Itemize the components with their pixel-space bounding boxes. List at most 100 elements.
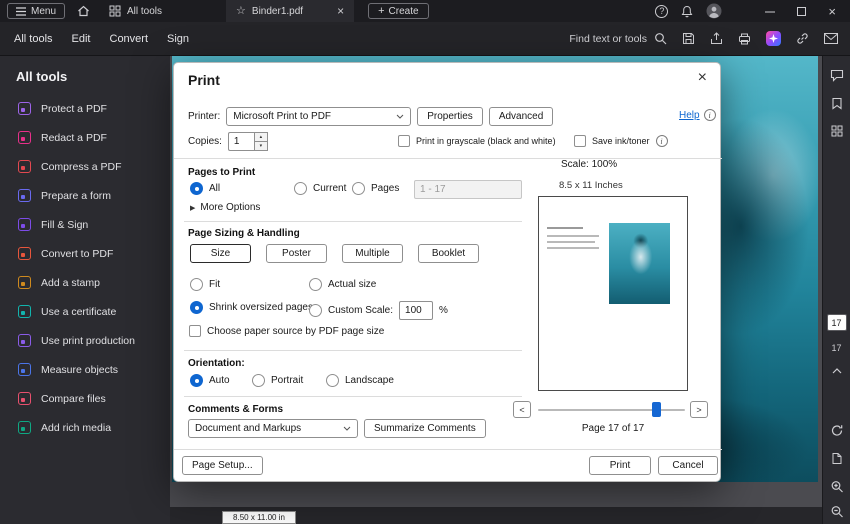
advanced-button[interactable]: Advanced <box>489 107 553 126</box>
paper-source-checkbox[interactable] <box>189 325 201 337</box>
preview-next-button[interactable]: > <box>690 401 708 418</box>
radio-current[interactable]: Current <box>294 182 346 195</box>
help-icon[interactable]: ? <box>655 5 668 18</box>
minimize-icon[interactable] <box>765 6 775 16</box>
sidebar-item-add-rich-media[interactable]: Add rich media <box>0 413 170 442</box>
sidebar-item-redact-a-pdf[interactable]: Redact a PDF <box>0 123 170 152</box>
more-options-toggle[interactable]: ▶ More Options <box>190 202 260 213</box>
shrink-radio[interactable] <box>190 301 203 314</box>
sizing-button-multiple[interactable]: Multiple <box>342 244 403 263</box>
preview-page-slider[interactable] <box>538 409 685 411</box>
save-ink-checkbox[interactable] <box>574 135 586 147</box>
sizing-button-poster[interactable]: Poster <box>266 244 327 263</box>
sidebar-item-compress-a-pdf[interactable]: Compress a PDF <box>0 152 170 181</box>
user-avatar[interactable] <box>706 3 722 19</box>
all-radio[interactable] <box>190 182 203 195</box>
sidebar-item-convert-to-pdf[interactable]: Convert to PDF <box>0 239 170 268</box>
dialog-close-icon[interactable]: × <box>698 69 707 87</box>
preview-page-label: Page 17 of 17 <box>538 423 688 434</box>
thumbnails-icon[interactable] <box>831 125 843 137</box>
custom-scale-radio[interactable] <box>309 304 322 317</box>
print-icon[interactable] <box>738 33 751 45</box>
sizing-button-size[interactable]: Size <box>190 244 251 263</box>
print-dialog: Print × Printer: Microsoft Print to PDF … <box>173 62 721 482</box>
spinner-down-icon[interactable]: ▾ <box>254 141 268 151</box>
current-radio[interactable] <box>294 182 307 195</box>
mail-icon[interactable] <box>824 33 838 44</box>
sidebar-item-protect-a-pdf[interactable]: Protect a PDF <box>0 94 170 123</box>
pages-radio[interactable] <box>352 182 365 195</box>
actual-size-radio[interactable] <box>309 278 322 291</box>
menu-item-edit[interactable]: Edit <box>72 33 91 45</box>
refresh-icon[interactable] <box>830 424 843 437</box>
home-icon[interactable] <box>73 1 93 21</box>
current-page-indicator[interactable]: 17 <box>827 314 847 331</box>
radio-landscape[interactable]: Landscape <box>326 374 394 387</box>
auto-radio[interactable] <box>190 374 203 387</box>
sidebar-item-fill-sign[interactable]: Fill & Sign <box>0 210 170 239</box>
radio-auto[interactable]: Auto <box>190 374 230 387</box>
comment-icon[interactable] <box>830 69 844 82</box>
sidebar-item-add-a-stamp[interactable]: Add a stamp <box>0 268 170 297</box>
notifications-bell-icon[interactable] <box>681 5 693 18</box>
window-close-icon[interactable]: × <box>828 5 836 18</box>
share-icon[interactable] <box>710 32 723 45</box>
save-icon[interactable] <box>682 32 695 45</box>
summarize-comments-button[interactable]: Summarize Comments <box>364 419 486 438</box>
preview-prev-button[interactable]: < <box>513 401 531 418</box>
radio-portrait[interactable]: Portrait <box>252 374 303 387</box>
paper-source-row[interactable]: Choose paper source by PDF page size <box>189 325 384 337</box>
zoom-out-icon[interactable] <box>830 505 843 518</box>
spinner-up-icon[interactable]: ▴ <box>254 132 268 141</box>
menu-item-sign[interactable]: Sign <box>167 33 189 45</box>
menu-item-convert[interactable]: Convert <box>110 33 149 45</box>
radio-fit[interactable]: Fit <box>190 278 220 291</box>
maximize-icon[interactable] <box>797 7 806 16</box>
fit-radio[interactable] <box>190 278 203 291</box>
find-tools-button[interactable]: Find text or tools <box>569 32 667 45</box>
save-ink-info-icon[interactable]: i <box>656 135 668 147</box>
page-view-icon[interactable] <box>831 452 842 465</box>
zoom-in-icon[interactable] <box>830 480 843 493</box>
ai-assistant-icon[interactable] <box>766 31 781 46</box>
link-icon[interactable] <box>796 32 809 45</box>
cancel-button[interactable]: Cancel <box>658 456 718 475</box>
fit-radio-label: Fit <box>209 279 220 290</box>
radio-all[interactable]: All <box>190 182 220 195</box>
menu-button[interactable]: Menu <box>7 3 65 19</box>
custom-scale-input[interactable] <box>399 301 433 320</box>
printer-dropdown[interactable]: Microsoft Print to PDF <box>226 107 411 126</box>
properties-button[interactable]: Properties <box>417 107 483 126</box>
create-button[interactable]: + Create <box>368 3 428 19</box>
form-icon <box>18 189 31 202</box>
bookmark-icon[interactable] <box>831 97 842 110</box>
sidebar-item-use-a-certificate[interactable]: Use a certificate <box>0 297 170 326</box>
print-button[interactable]: Print <box>589 456 651 475</box>
info-icon[interactable]: i <box>704 109 716 121</box>
sidebar-items: Protect a PDFRedact a PDFCompress a PDFP… <box>0 94 170 442</box>
comments-forms-dropdown[interactable]: Document and Markups <box>188 419 358 438</box>
preview-scale-label: Scale: 100% <box>561 159 617 170</box>
sidebar-item-compare-files[interactable]: Compare files <box>0 384 170 413</box>
portrait-radio[interactable] <box>252 374 265 387</box>
help-link[interactable]: Help <box>679 110 700 121</box>
grayscale-checkbox[interactable] <box>398 135 410 147</box>
page-setup-button[interactable]: Page Setup... <box>182 456 263 475</box>
chevron-up-icon[interactable] <box>832 368 842 374</box>
radio-pages[interactable]: Pages <box>352 182 399 195</box>
sizing-button-booklet[interactable]: Booklet <box>418 244 479 263</box>
radio-shrink[interactable]: Shrink oversized pages <box>190 301 313 314</box>
landscape-radio[interactable] <box>326 374 339 387</box>
preview-slider-handle[interactable] <box>652 402 661 417</box>
fill-sign-icon <box>18 218 31 231</box>
radio-actual-size[interactable]: Actual size <box>309 278 376 291</box>
copies-input[interactable] <box>228 132 254 151</box>
tab-document[interactable]: ☆ Binder1.pdf × <box>226 0 354 22</box>
sidebar-item-use-print-production[interactable]: Use print production <box>0 326 170 355</box>
sidebar-item-prepare-a-form[interactable]: Prepare a form <box>0 181 170 210</box>
sidebar-item-measure-objects[interactable]: Measure objects <box>0 355 170 384</box>
tab-all-tools[interactable]: All tools <box>99 0 172 22</box>
menu-item-all-tools[interactable]: All tools <box>14 33 53 45</box>
close-tab-icon[interactable]: × <box>337 4 344 18</box>
radio-custom-scale[interactable]: Custom Scale: % <box>309 301 448 320</box>
